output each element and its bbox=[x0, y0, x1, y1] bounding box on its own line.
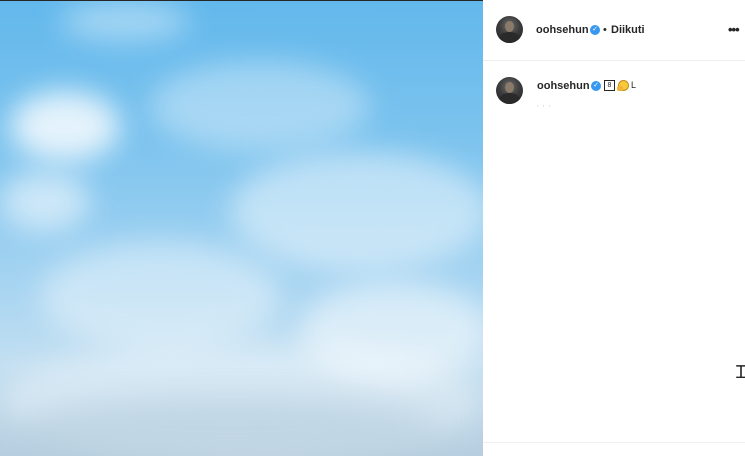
follow-status-button[interactable]: Diikuti bbox=[611, 24, 645, 36]
post-side-panel bbox=[483, 0, 745, 456]
verified-badge-icon: ✓ bbox=[591, 81, 601, 91]
photo-cloud bbox=[0, 171, 90, 231]
photo-cloud-shadow bbox=[20, 396, 440, 456]
avatar-face bbox=[505, 21, 514, 32]
photo-cloud bbox=[40, 241, 280, 351]
avatar-shoulder bbox=[499, 32, 520, 43]
caption-username[interactable]: oohsehun bbox=[537, 80, 590, 92]
caption-box-emoji: 8 bbox=[604, 80, 615, 91]
author-avatar[interactable] bbox=[496, 16, 523, 43]
text-cursor-icon: Ɪ bbox=[736, 362, 745, 382]
photo-cloud bbox=[60, 1, 190, 41]
caption-author-avatar[interactable] bbox=[496, 77, 523, 104]
caption-trailing-text: L bbox=[631, 80, 637, 90]
hand-over-mouth-emoji-icon bbox=[617, 80, 629, 91]
author-username[interactable]: oohsehun bbox=[536, 24, 589, 36]
post-photo[interactable] bbox=[0, 1, 483, 456]
photo-cloud bbox=[150, 61, 370, 151]
panel-bottom-divider bbox=[483, 442, 745, 443]
emoji-hand bbox=[617, 86, 623, 91]
avatar-shoulder bbox=[499, 93, 520, 104]
photo-cloud bbox=[230, 151, 483, 271]
photo-cloud bbox=[10, 91, 120, 161]
more-options-icon[interactable]: ••• bbox=[728, 22, 740, 37]
header-separator: • bbox=[603, 24, 607, 36]
avatar-face bbox=[505, 82, 514, 93]
verified-badge-icon: ✓ bbox=[590, 25, 600, 35]
caption-faint-text: ' ' ' bbox=[537, 104, 552, 113]
